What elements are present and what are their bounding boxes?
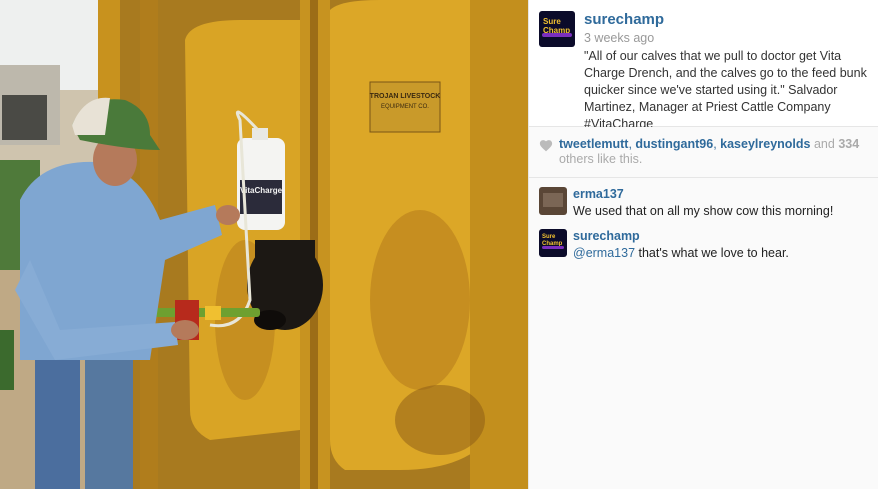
- likes-suffix: others like this.: [559, 152, 643, 166]
- post-photo[interactable]: TROJAN LIVESTOCK EQUIPMENT CO. VitaCharg…: [0, 0, 528, 489]
- heart-icon[interactable]: [539, 139, 553, 152]
- commenter-avatar[interactable]: Sure Champ: [539, 229, 567, 257]
- poster-avatar[interactable]: Sure Champ: [539, 11, 575, 47]
- post-details-panel: Sure Champ surechamp 3 weeks ago "All of…: [528, 0, 878, 489]
- commenter-avatar-image: [543, 193, 563, 207]
- comment-text: @erma137 that's what we love to hear.: [573, 246, 789, 260]
- post-caption: "All of our calves that we pull to docto…: [584, 49, 867, 131]
- avatar-logo-line1: Sure: [542, 234, 556, 240]
- comment-body: that's what we love to hear.: [635, 246, 789, 260]
- likes-text: tweetlemutt, dustingant96, kaseylreynold…: [559, 137, 871, 167]
- comment-text: We used that on all my show cow this mor…: [573, 204, 834, 218]
- comment-item: erma137 We used that on all my show cow …: [529, 187, 878, 223]
- commenter-avatar[interactable]: [539, 187, 567, 215]
- comment-mention[interactable]: @erma137: [573, 246, 635, 260]
- gate-sign-line2: EQUIPMENT CO.: [381, 104, 429, 110]
- gate-sign-line1: TROJAN LIVESTOCK: [370, 93, 441, 100]
- avatar-logo-line1: Sure: [543, 17, 561, 26]
- avatar-swoosh: [542, 33, 572, 37]
- likes-and-word: and: [813, 137, 835, 151]
- comment-username[interactable]: surechamp: [573, 229, 640, 243]
- likes-section: tweetlemutt, dustingant96, kaseylreynold…: [529, 127, 878, 178]
- poster-username[interactable]: surechamp: [584, 11, 664, 28]
- post-timestamp[interactable]: 3 weeks ago: [584, 31, 654, 45]
- post-photo-illustration: TROJAN LIVESTOCK EQUIPMENT CO. VitaCharg…: [0, 0, 528, 489]
- liker-link[interactable]: dustingant96: [635, 137, 713, 151]
- jug-label: VitaCharge: [240, 186, 283, 195]
- comment-item: Sure Champ surechamp @erma137 that's wha…: [529, 229, 878, 265]
- likes-count[interactable]: 334: [838, 137, 859, 151]
- avatar-swoosh: [542, 246, 564, 249]
- post-header: Sure Champ surechamp 3 weeks ago "All of…: [529, 0, 878, 131]
- liker-link[interactable]: tweetlemutt: [559, 137, 628, 151]
- liker-link[interactable]: kaseylreynolds: [720, 137, 810, 151]
- comment-username[interactable]: erma137: [573, 187, 624, 201]
